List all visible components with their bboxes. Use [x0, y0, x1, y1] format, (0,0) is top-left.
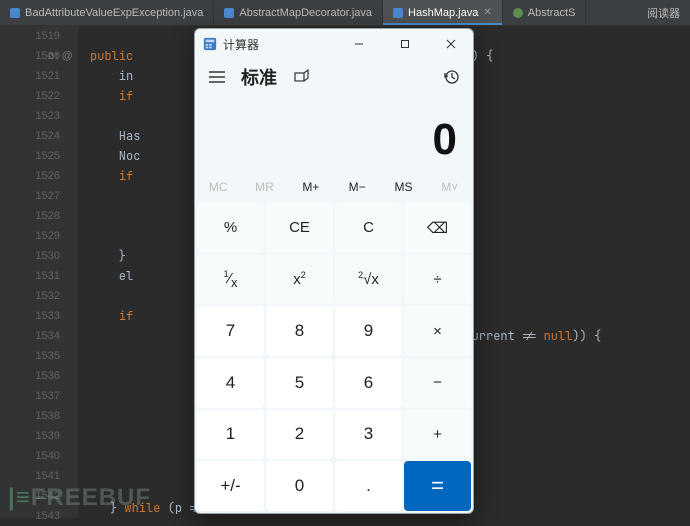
editor-tab[interactable]: BadAttributeValueExpException.java [0, 0, 214, 25]
maximize-button[interactable] [385, 29, 425, 59]
key-subtract[interactable]: − [404, 358, 471, 408]
key-reciprocal[interactable]: 1⁄x [197, 255, 264, 305]
line-number-gutter: o↑ @ 15191520152115221523152415251526152… [0, 26, 78, 518]
minimize-button[interactable] [339, 29, 379, 59]
key-4[interactable]: 4 [197, 358, 264, 408]
mode-bar: 标准 [195, 59, 473, 95]
tab-label: AbstractS [528, 7, 576, 19]
history-button[interactable] [435, 61, 467, 93]
key-decimal[interactable]: . [335, 461, 402, 511]
editor-tab[interactable]: AbstractMapDecorator.java [214, 0, 383, 25]
minimize-icon [354, 39, 364, 49]
key-0[interactable]: 0 [266, 461, 333, 511]
reader-mode-button[interactable]: 阅读器 [637, 0, 690, 25]
close-icon[interactable]: ✕ [483, 7, 491, 18]
memory-plus[interactable]: M+ [288, 180, 334, 194]
window-title: 计算器 [223, 36, 333, 53]
calc-display[interactable]: 0 [195, 95, 473, 173]
titlebar[interactable]: 计算器 [195, 29, 473, 59]
gutter-override-icons[interactable]: o↑ @ [48, 46, 73, 66]
key-square[interactable]: x2 [266, 255, 333, 305]
calculator-window: 计算器 标准 [194, 28, 474, 514]
key-add[interactable]: + [404, 410, 471, 460]
key-5[interactable]: 5 [266, 358, 333, 408]
key-clear-entry[interactable]: CE [266, 203, 333, 253]
key-7[interactable]: 7 [197, 306, 264, 356]
key-8[interactable]: 8 [266, 306, 333, 356]
history-icon [443, 69, 459, 85]
memory-clear[interactable]: MC [195, 180, 241, 194]
key-1[interactable]: 1 [197, 410, 264, 460]
key-divide[interactable]: ÷ [404, 255, 471, 305]
key-sqrt[interactable]: 2√x [335, 255, 402, 305]
key-9[interactable]: 9 [335, 306, 402, 356]
key-equals[interactable]: = [404, 461, 471, 511]
key-multiply[interactable]: × [404, 306, 471, 356]
memory-list[interactable]: M˅ [427, 180, 473, 194]
memory-recall[interactable]: MR [241, 180, 287, 194]
keypad: % CE C ⌫ 1⁄x x2 2√x ÷ 7 8 9 × 4 5 6 − 1 … [195, 201, 473, 513]
editor-tab[interactable]: AbstractS [503, 0, 587, 25]
mode-label: 标准 [241, 64, 277, 90]
key-backspace[interactable]: ⌫ [404, 203, 471, 253]
close-icon [446, 39, 456, 49]
tab-label: HashMap.java [408, 7, 478, 19]
annotation-icon: @ [62, 46, 73, 66]
key-3[interactable]: 3 [335, 410, 402, 460]
class-icon [393, 8, 403, 18]
memory-minus[interactable]: M− [334, 180, 380, 194]
interface-icon [513, 8, 523, 18]
class-icon [10, 8, 20, 18]
keep-on-top-icon [293, 69, 309, 85]
key-sign[interactable]: +/- [197, 461, 264, 511]
class-icon [224, 8, 234, 18]
editor-tab[interactable]: HashMap.java ✕ [383, 0, 503, 25]
key-clear[interactable]: C [335, 203, 402, 253]
maximize-icon [400, 39, 410, 49]
close-button[interactable] [431, 29, 471, 59]
keep-on-top-button[interactable] [285, 61, 317, 93]
key-percent[interactable]: % [197, 203, 264, 253]
key-2[interactable]: 2 [266, 410, 333, 460]
hamburger-menu-button[interactable] [201, 61, 233, 93]
calculator-app-icon [203, 37, 217, 51]
tab-label: BadAttributeValueExpException.java [25, 7, 203, 19]
implements-icon: o↑ [48, 46, 60, 66]
hamburger-icon [209, 71, 225, 83]
memory-bar: MC MR M+ M− MS M˅ [195, 173, 473, 201]
tab-label: AbstractMapDecorator.java [239, 7, 372, 19]
editor-tab-bar: BadAttributeValueExpException.java Abstr… [0, 0, 690, 26]
key-6[interactable]: 6 [335, 358, 402, 408]
memory-store[interactable]: MS [380, 180, 426, 194]
